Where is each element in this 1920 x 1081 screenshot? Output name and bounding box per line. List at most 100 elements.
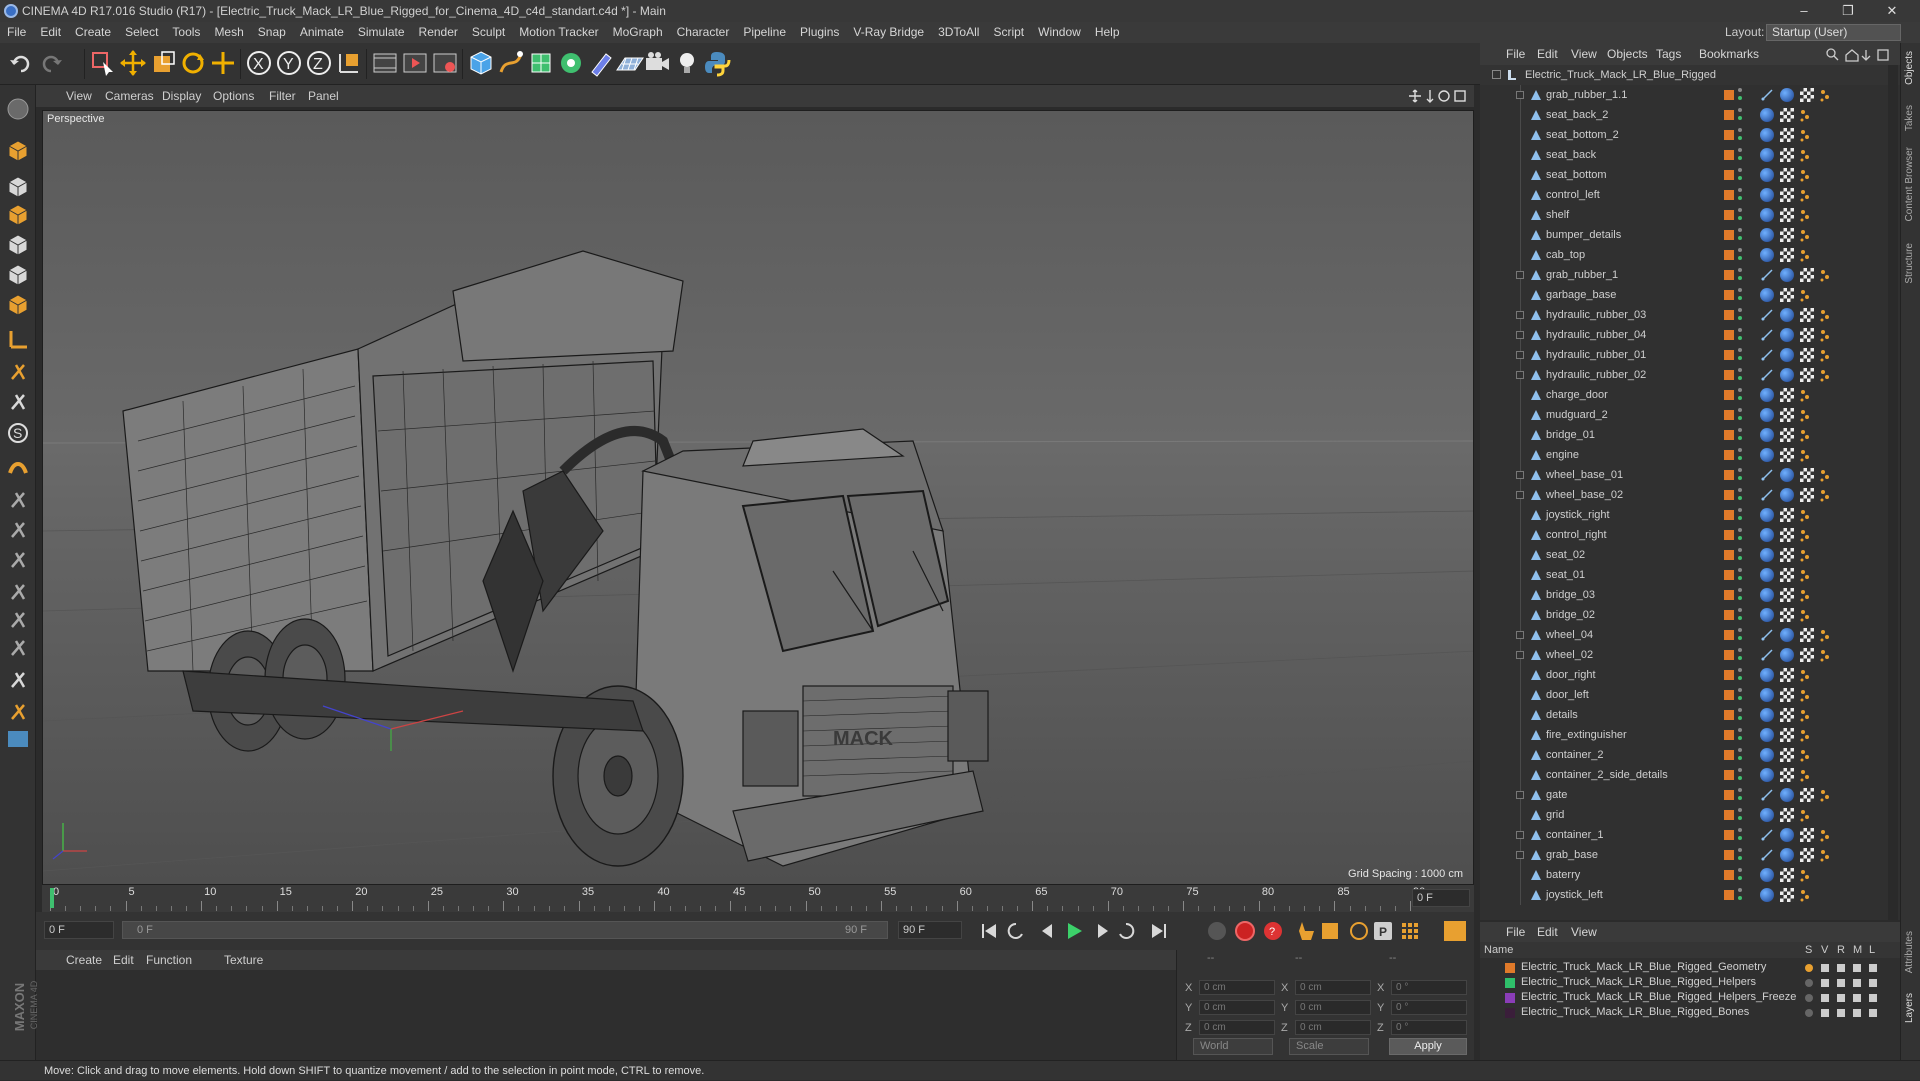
editor-visibility-dot[interactable] bbox=[1738, 588, 1742, 592]
sculpt-icon[interactable] bbox=[4, 545, 32, 573]
texture-mode-icon[interactable] bbox=[4, 173, 32, 201]
render-visibility-dot[interactable] bbox=[1738, 496, 1742, 500]
layer-color-swatch[interactable] bbox=[1505, 1008, 1515, 1018]
layer-color-swatch[interactable] bbox=[1724, 570, 1734, 580]
model-mode-icon[interactable] bbox=[4, 95, 32, 123]
obj-menu-view[interactable]: View bbox=[1571, 43, 1597, 65]
render-visibility-dot[interactable] bbox=[1738, 396, 1742, 400]
layer-row[interactable]: Electric_Truck_Mack_LR_Blue_Rigged_Helpe… bbox=[1480, 975, 1900, 990]
rig-tag-icon[interactable] bbox=[1798, 288, 1812, 302]
render-visibility-dot[interactable] bbox=[1738, 316, 1742, 320]
editor-visibility-dot[interactable] bbox=[1738, 108, 1742, 112]
expand-toggle-icon[interactable] bbox=[1516, 831, 1524, 839]
render-visibility-dot[interactable] bbox=[1738, 356, 1742, 360]
rig-tag-icon[interactable] bbox=[1798, 428, 1812, 442]
magnet-icon[interactable]: S bbox=[4, 419, 32, 447]
expand-toggle-icon[interactable] bbox=[1516, 851, 1524, 859]
rig-tag-icon[interactable] bbox=[1818, 788, 1832, 802]
render-visibility-dot[interactable] bbox=[1738, 536, 1742, 540]
texture-tag-icon[interactable] bbox=[1780, 508, 1794, 522]
rig-tag-icon[interactable] bbox=[1798, 208, 1812, 222]
rig-tag-icon[interactable] bbox=[1818, 628, 1832, 642]
menu-help[interactable]: Help bbox=[1088, 22, 1127, 43]
layer-color-swatch[interactable] bbox=[1724, 710, 1734, 720]
layer-color-swatch[interactable] bbox=[1724, 230, 1734, 240]
ik-tag-icon[interactable] bbox=[1760, 788, 1774, 802]
rig-tag-icon[interactable] bbox=[1798, 768, 1812, 782]
object-row[interactable]: joystick_right bbox=[1480, 505, 1900, 525]
editor-visibility-dot[interactable] bbox=[1738, 328, 1742, 332]
ik-tag-icon[interactable] bbox=[1760, 268, 1774, 282]
texture-tag-icon[interactable] bbox=[1780, 548, 1794, 562]
object-row[interactable]: charge_door bbox=[1480, 385, 1900, 405]
texture-tag-icon[interactable] bbox=[1800, 348, 1814, 362]
object-row[interactable]: fire_extinguisher bbox=[1480, 725, 1900, 745]
knife-icon[interactable] bbox=[4, 485, 32, 513]
material-tag-icon[interactable] bbox=[1760, 748, 1774, 762]
layer-color-swatch[interactable] bbox=[1724, 630, 1734, 640]
key-position-icon[interactable] bbox=[1299, 922, 1314, 940]
object-row[interactable]: bridge_01 bbox=[1480, 425, 1900, 445]
object-row[interactable]: container_2_side_details bbox=[1480, 765, 1900, 785]
coords-value-field[interactable]: 0 cm bbox=[1295, 1020, 1371, 1035]
viewport-3d[interactable]: MACK Perspective Grid Spacing: 1000 cm bbox=[42, 110, 1474, 885]
object-row[interactable]: hydraulic_rubber_01 bbox=[1480, 345, 1900, 365]
python-icon[interactable] bbox=[702, 48, 732, 78]
rig-tag-icon[interactable] bbox=[1798, 608, 1812, 622]
object-row[interactable]: wheel_base_01 bbox=[1480, 465, 1900, 485]
start-frame-field[interactable]: 0 F bbox=[44, 921, 114, 939]
render-visibility-dot[interactable] bbox=[1738, 776, 1742, 780]
texture-tag-icon[interactable] bbox=[1780, 408, 1794, 422]
key-rotation-icon[interactable] bbox=[1350, 922, 1368, 940]
editor-visibility-dot[interactable] bbox=[1738, 548, 1742, 552]
material-tag-icon[interactable] bbox=[1760, 868, 1774, 882]
menu-select[interactable]: Select bbox=[118, 22, 165, 43]
render-visibility-dot[interactable] bbox=[1738, 296, 1742, 300]
layer-color-swatch[interactable] bbox=[1724, 250, 1734, 260]
layer-lock-toggle[interactable] bbox=[1869, 1009, 1877, 1017]
editor-visibility-dot[interactable] bbox=[1738, 728, 1742, 732]
menu-create[interactable]: Create bbox=[68, 22, 118, 43]
rig-tag-icon[interactable] bbox=[1798, 228, 1812, 242]
layer-color-swatch[interactable] bbox=[1724, 310, 1734, 320]
editor-visibility-dot[interactable] bbox=[1738, 228, 1742, 232]
render-visibility-dot[interactable] bbox=[1738, 736, 1742, 740]
rig-tag-icon[interactable] bbox=[1818, 88, 1832, 102]
layer-color-swatch[interactable] bbox=[1724, 210, 1734, 220]
rig-tag-icon[interactable] bbox=[1798, 408, 1812, 422]
layer-lock-toggle[interactable] bbox=[1869, 964, 1877, 972]
tab-structure[interactable]: Structure bbox=[1904, 243, 1915, 284]
rig-tag-icon[interactable] bbox=[1798, 448, 1812, 462]
collapse-toggle-icon[interactable] bbox=[1492, 70, 1501, 79]
editor-visibility-dot[interactable] bbox=[1738, 168, 1742, 172]
brush-icon[interactable] bbox=[4, 455, 32, 483]
layer-row[interactable]: Electric_Truck_Mack_LR_Blue_Rigged_Helpe… bbox=[1480, 990, 1900, 1005]
layer-color-swatch[interactable] bbox=[1505, 993, 1515, 1003]
layer-menu-file[interactable]: File bbox=[1506, 922, 1525, 942]
tab-attributes[interactable]: Attributes bbox=[1904, 931, 1915, 973]
editor-visibility-dot[interactable] bbox=[1738, 448, 1742, 452]
undo-icon[interactable] bbox=[6, 48, 36, 78]
texture-tag-icon[interactable] bbox=[1800, 268, 1814, 282]
layer-color-swatch[interactable] bbox=[1724, 870, 1734, 880]
render-visibility-dot[interactable] bbox=[1738, 636, 1742, 640]
render-settings-icon[interactable] bbox=[430, 48, 460, 78]
rig-tag-icon[interactable] bbox=[1798, 248, 1812, 262]
texture-tag-icon[interactable] bbox=[1780, 528, 1794, 542]
render-visibility-dot[interactable] bbox=[1738, 756, 1742, 760]
tweak-icon[interactable] bbox=[4, 357, 32, 385]
expand-toggle-icon[interactable] bbox=[1516, 491, 1524, 499]
editor-visibility-dot[interactable] bbox=[1738, 848, 1742, 852]
object-tree[interactable]: Electric_Truck_Mack_LR_Blue_Rigged grab_… bbox=[1480, 65, 1900, 920]
rig-tag-icon[interactable] bbox=[1818, 828, 1832, 842]
rig-tag-icon[interactable] bbox=[1818, 348, 1832, 362]
texture-tag-icon[interactable] bbox=[1780, 388, 1794, 402]
menu-mograph[interactable]: MoGraph bbox=[606, 22, 670, 43]
prev-frame-icon[interactable] bbox=[1042, 924, 1052, 938]
bend-icon[interactable] bbox=[4, 515, 32, 543]
playhead[interactable] bbox=[50, 888, 54, 908]
points-mode-icon[interactable] bbox=[4, 231, 32, 259]
material-tag-icon[interactable] bbox=[1760, 708, 1774, 722]
render-visibility-dot[interactable] bbox=[1738, 436, 1742, 440]
material-tag-icon[interactable] bbox=[1760, 568, 1774, 582]
